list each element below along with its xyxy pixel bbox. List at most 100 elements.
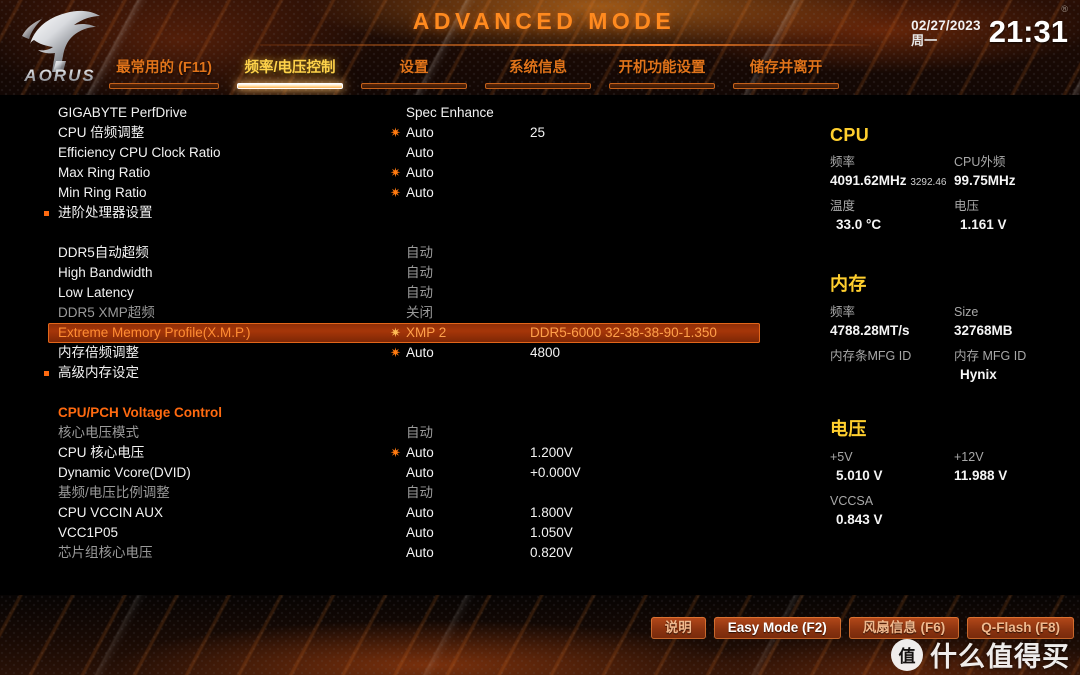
setting-value[interactable]: XMP 2 bbox=[406, 323, 446, 343]
setting-value[interactable]: Auto bbox=[406, 143, 434, 163]
nav-tab-0[interactable]: 最常用的 (F11) bbox=[100, 59, 228, 89]
settings-row bbox=[0, 383, 820, 403]
setting-value[interactable]: 自动 bbox=[406, 283, 433, 303]
nav-tab-label: 频率/电压控制 bbox=[244, 60, 336, 76]
nav-tab-5[interactable]: 储存并离开 bbox=[724, 59, 848, 89]
voltage-panel-title: 电压 bbox=[830, 419, 867, 439]
setting-value[interactable]: Auto bbox=[406, 463, 434, 483]
nav-tab-4[interactable]: 开机功能设置 bbox=[600, 59, 724, 89]
settings-row bbox=[0, 223, 820, 243]
cpu-bclk-label: CPU外频 bbox=[954, 155, 1006, 169]
setting-value[interactable]: Auto bbox=[406, 523, 434, 543]
site-watermark: 值 什么值得买 bbox=[891, 635, 1070, 674]
setting-value[interactable]: Auto bbox=[406, 503, 434, 523]
setting-label: DDR5 XMP超频 bbox=[58, 305, 155, 320]
settings-row[interactable]: Efficiency CPU Clock Ratio Auto bbox=[0, 143, 820, 163]
settings-row[interactable]: GIGABYTE PerfDrive Spec Enhance bbox=[0, 103, 820, 123]
settings-row[interactable]: DDR5 XMP超频 关闭 bbox=[0, 303, 820, 323]
datetime-display: 02/27/2023 周一 21:31 bbox=[911, 16, 1068, 48]
header-bar: AORUS ADVANCED MODE 02/27/2023 周一 21:31 … bbox=[0, 0, 1080, 95]
setting-label: CPU 倍频调整 bbox=[58, 125, 145, 140]
clock-text: 21:31 bbox=[988, 14, 1068, 49]
cpu-panel-title: CPU bbox=[830, 125, 870, 145]
settings-row[interactable]: Extreme Memory Profile(X.M.P.) ✷ XMP 2 DDR5… bbox=[48, 323, 760, 343]
cpu-info-block: CPU 频率 4091.62MHz 3292.46 CPU外频 99.75MHz… bbox=[830, 125, 1080, 239]
setting-value[interactable]: Auto bbox=[406, 543, 434, 563]
nav-tab-underline bbox=[109, 83, 219, 89]
setting-value[interactable]: 自动 bbox=[406, 243, 433, 263]
modified-marker-icon: ✷ bbox=[390, 185, 401, 200]
nav-tab-2[interactable]: 设置 bbox=[352, 59, 476, 89]
settings-row[interactable]: Max Ring Ratio ✷ Auto bbox=[0, 163, 820, 183]
settings-row[interactable]: CPU 倍频调整 ✷ Auto 25 bbox=[0, 123, 820, 143]
settings-row[interactable]: Low Latency 自动 bbox=[0, 283, 820, 303]
setting-label: 内存倍频调整 bbox=[58, 345, 139, 360]
submenu-bullet-icon bbox=[44, 371, 49, 376]
settings-row[interactable]: CPU VCCIN AUX Auto 1.800V bbox=[0, 503, 820, 523]
voltage-info-block: 电压 +5V 5.010 V +12V 11.988 V VCCSA 0.843… bbox=[830, 415, 1080, 536]
setting-label: CPU 核心电压 bbox=[58, 445, 145, 460]
rail-5v-value: 5.010 V bbox=[836, 468, 883, 483]
setting-value[interactable]: Auto bbox=[406, 183, 434, 203]
setting-value[interactable]: 关闭 bbox=[406, 303, 433, 323]
setting-label: Min Ring Ratio bbox=[58, 185, 147, 200]
settings-row[interactable]: 核心电压模式 自动 bbox=[0, 423, 820, 443]
setting-value[interactable]: Spec Enhance bbox=[406, 103, 494, 123]
setting-value-detail: 1.800V bbox=[530, 505, 573, 520]
setting-value[interactable]: Auto bbox=[406, 343, 434, 363]
registered-mark: ® bbox=[1061, 4, 1068, 14]
setting-value[interactable]: 自动 bbox=[406, 263, 433, 283]
header-accent-line-1 bbox=[260, 44, 660, 46]
settings-row[interactable]: 进阶处理器设置 bbox=[0, 203, 820, 223]
bottom-bar: 说明 Easy Mode (F2) 风扇信息 (F6) Q-Flash (F8) 值 … bbox=[0, 595, 1080, 675]
nav-tab-1[interactable]: 频率/电压控制 bbox=[228, 59, 352, 89]
vccsa-label: VCCSA bbox=[830, 494, 874, 508]
aorus-wordmark: AORUS bbox=[14, 66, 106, 86]
settings-row[interactable]: High Bandwidth 自动 bbox=[0, 263, 820, 283]
nav-tabs: 最常用的 (F11) 频率/电压控制 设置 系统信息 开机功能设置 储存并离开 bbox=[100, 59, 848, 89]
settings-section-header: CPU/PCH Voltage Control bbox=[0, 403, 820, 423]
nav-tab-underline bbox=[609, 83, 715, 89]
mem-freq-value: 4788.28MT/s bbox=[830, 323, 910, 338]
settings-row[interactable]: Dynamic Vcore(DVID) Auto +0.000V bbox=[0, 463, 820, 483]
nav-tab-underline bbox=[361, 83, 467, 89]
cpu-bclk-value: 99.75MHz bbox=[954, 173, 1016, 188]
settings-row[interactable]: CPU 核心电压 ✷ Auto 1.200V bbox=[0, 443, 820, 463]
setting-value-detail: 4800 bbox=[530, 345, 561, 360]
function-button-0[interactable]: 说明 bbox=[650, 617, 706, 639]
settings-row[interactable]: 基频/电压比例调整 自动 bbox=[0, 483, 820, 503]
memory-info-block: 内存 频率 4788.28MT/s Size 32768MB 内存条MFG ID… bbox=[830, 270, 1080, 391]
setting-label: Dynamic Vcore(DVID) bbox=[58, 465, 191, 480]
setting-value[interactable]: Auto bbox=[406, 123, 434, 143]
setting-value[interactable]: 自动 bbox=[406, 423, 433, 443]
settings-row[interactable]: 内存倍频调整 ✷ Auto 4800 bbox=[0, 343, 820, 363]
setting-value[interactable]: 自动 bbox=[406, 483, 433, 503]
nav-tab-underline bbox=[485, 83, 591, 89]
modified-marker-icon: ✷ bbox=[390, 445, 401, 460]
settings-row[interactable]: DDR5自动超频 自动 bbox=[0, 243, 820, 263]
settings-row[interactable]: 芯片组核心电压 Auto 0.820V bbox=[0, 543, 820, 563]
setting-value-detail: DDR5-6000 32-38-38-90-1.350 bbox=[530, 325, 717, 340]
dimm-mfg-label: 内存条MFG ID bbox=[830, 349, 912, 363]
cpu-voltage-label: 电压 bbox=[954, 199, 980, 213]
mem-size-value: 32768MB bbox=[954, 323, 1013, 338]
setting-value-detail: +0.000V bbox=[530, 465, 581, 480]
bios-screen: AORUS ADVANCED MODE 02/27/2023 周一 21:31 … bbox=[0, 0, 1080, 675]
setting-label: Max Ring Ratio bbox=[58, 165, 151, 180]
setting-value-detail: 25 bbox=[530, 125, 546, 140]
settings-list: GIGABYTE PerfDrive Spec Enhance CPU 倍频调整 ✷ A… bbox=[0, 103, 820, 563]
function-button-1[interactable]: Easy Mode (F2) bbox=[713, 617, 841, 639]
mem-size-label: Size bbox=[954, 305, 979, 319]
setting-label: High Bandwidth bbox=[58, 265, 153, 280]
setting-value[interactable]: Auto bbox=[406, 163, 434, 183]
setting-value[interactable]: Auto bbox=[406, 443, 434, 463]
cpu-temp-label: 温度 bbox=[830, 199, 856, 213]
settings-row[interactable]: VCC1P05 Auto 1.050V bbox=[0, 523, 820, 543]
settings-row[interactable]: Min Ring Ratio ✷ Auto bbox=[0, 183, 820, 203]
nav-tab-3[interactable]: 系统信息 bbox=[476, 59, 600, 89]
settings-row[interactable]: 高级内存设定 bbox=[0, 363, 820, 383]
header-accent-line-2 bbox=[660, 44, 870, 46]
setting-label: 基频/电压比例调整 bbox=[58, 485, 170, 500]
hardware-monitor-panel: CPU 频率 4091.62MHz 3292.46 CPU外频 99.75MHz… bbox=[830, 95, 1080, 595]
cpu-temp-value: 33.0 °C bbox=[836, 217, 882, 232]
